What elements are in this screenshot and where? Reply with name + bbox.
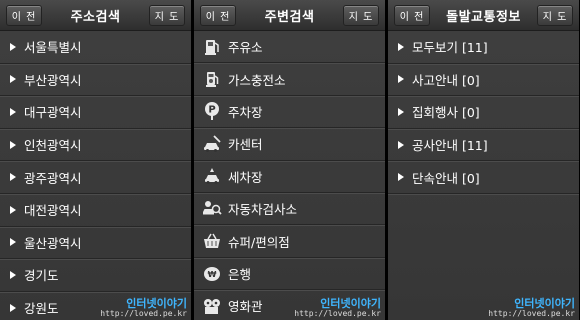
item-label: 카센터 [228, 137, 263, 153]
watermark-brand: 인터넷이야기 [514, 297, 575, 310]
car-wash-icon [202, 166, 222, 186]
item-label: 주유소 [228, 40, 263, 56]
list-item[interactable]: 광주광역시 [0, 161, 191, 194]
list-item[interactable]: 자동차검사소 [194, 193, 385, 226]
screens: 이 전 주소검색 지 도 서울특별시 부산광역시 대구광역시 인천광역시 광주광… [0, 0, 580, 320]
watermark: 인터넷이야기 http://loved.pe.kr [488, 298, 575, 318]
item-label: 단속안내 [0] [412, 170, 480, 186]
arrow-right-icon [10, 238, 16, 247]
arrow-right-icon [10, 140, 16, 149]
car-inspection-icon [202, 199, 222, 219]
item-label: 모두보기 [11] [412, 40, 488, 56]
item-label: 경기도 [24, 268, 59, 284]
list-item[interactable]: 사고안내 [0] [388, 64, 579, 97]
traffic-info-screen: 이 전 돌발교통정보 지 도 모두보기 [11] 사고안내 [0] 집회행사 [… [388, 0, 579, 320]
list-item[interactable]: ₩ 은행 [194, 258, 385, 291]
category-list: 주유소 가스충전소 P 주차장 카센터 세차장 자동차검사소 슈퍼/편의점 ₩ … [194, 31, 385, 320]
shopping-basket-icon [202, 231, 222, 251]
svg-text:₩: ₩ [208, 270, 217, 279]
arrow-right-icon [10, 42, 16, 51]
arrow-right-icon [398, 42, 404, 51]
gas-station-icon [202, 69, 222, 89]
item-label: 인천광역시 [24, 138, 82, 154]
item-label: 슈퍼/편의점 [228, 234, 290, 250]
header: 이 전 주소검색 지 도 [0, 0, 191, 31]
screen-title: 주소검색 [70, 9, 121, 25]
item-label: 세차장 [228, 169, 263, 185]
watermark-url: http://loved.pe.kr [294, 309, 381, 318]
bank-icon: ₩ [202, 263, 222, 283]
address-search-screen: 이 전 주소검색 지 도 서울특별시 부산광역시 대구광역시 인천광역시 광주광… [0, 0, 191, 320]
map-button[interactable]: 지 도 [149, 5, 185, 26]
item-label: 사고안내 [0] [412, 72, 480, 88]
item-label: 대전광역시 [24, 203, 82, 219]
item-label: 영화관 [228, 299, 263, 315]
arrow-right-icon [10, 75, 16, 84]
arrow-right-icon [10, 205, 16, 214]
list-item[interactable]: 인천광역시 [0, 129, 191, 162]
watermark: 인터넷이야기 http://loved.pe.kr [100, 298, 187, 318]
item-label: 공사안내 [11] [412, 138, 488, 154]
screen-title: 돌발교통정보 [446, 9, 521, 25]
map-button[interactable]: 지 도 [537, 5, 573, 26]
car-repair-icon [202, 134, 222, 154]
list-item[interactable]: 대구광역시 [0, 96, 191, 129]
arrow-right-icon [10, 107, 16, 116]
gas-pump-icon [202, 37, 222, 57]
list-item[interactable]: 주유소 [194, 31, 385, 64]
incident-list: 모두보기 [11] 사고안내 [0] 집회행사 [0] 공사안내 [11] 단속… [388, 31, 579, 194]
list-item[interactable]: 서울특별시 [0, 31, 191, 64]
arrow-right-icon [10, 173, 16, 182]
parking-icon: P [202, 101, 222, 121]
item-label: 주차장 [228, 104, 263, 120]
nearby-search-screen: 이 전 주변검색 지 도 주유소 가스충전소 P 주차장 카센터 세차장 자동차… [194, 0, 385, 320]
arrow-right-icon [10, 270, 16, 279]
watermark-brand: 인터넷이야기 [320, 297, 381, 310]
watermark-brand: 인터넷이야기 [126, 297, 187, 310]
back-button[interactable]: 이 전 [6, 5, 42, 26]
item-label: 가스충전소 [228, 72, 286, 88]
list-item[interactable]: 세차장 [194, 161, 385, 193]
back-button[interactable]: 이 전 [200, 5, 236, 26]
list-item[interactable]: 부산광역시 [0, 64, 191, 97]
list-item[interactable]: 경기도 [0, 259, 191, 292]
list-item[interactable]: 카센터 [194, 128, 385, 161]
watermark-url: http://loved.pe.kr [100, 309, 187, 318]
screen-title: 주변검색 [264, 9, 315, 25]
item-label: 자동차검사소 [228, 202, 298, 218]
watermark: 인터넷이야기 http://loved.pe.kr [294, 298, 381, 318]
list-item[interactable]: 공사안내 [11] [388, 129, 579, 162]
svg-text:P: P [208, 105, 215, 116]
item-label: 대구광역시 [24, 105, 82, 121]
item-label: 부산광역시 [24, 72, 82, 88]
item-label: 집회행사 [0] [412, 105, 480, 121]
list-item[interactable]: 울산광역시 [0, 227, 191, 260]
arrow-right-icon [398, 140, 404, 149]
film-reel-icon [202, 296, 222, 316]
watermark-url: http://loved.pe.kr [488, 309, 575, 318]
region-list: 서울특별시 부산광역시 대구광역시 인천광역시 광주광역시 대전광역시 울산광역… [0, 31, 191, 320]
back-button[interactable]: 이 전 [394, 5, 430, 26]
list-item[interactable]: P 주차장 [194, 96, 385, 129]
list-item[interactable]: 가스충전소 [194, 63, 385, 96]
list-item[interactable]: 집회행사 [0] [388, 96, 579, 129]
map-button[interactable]: 지 도 [343, 5, 379, 26]
arrow-right-icon [398, 107, 404, 116]
item-label: 광주광역시 [24, 170, 82, 186]
list-item[interactable]: 단속안내 [0] [388, 161, 579, 194]
header: 이 전 주변검색 지 도 [194, 0, 385, 31]
item-label: 은행 [228, 266, 252, 282]
item-label: 강원도 [24, 301, 59, 317]
arrow-right-icon [10, 303, 16, 312]
item-label: 울산광역시 [24, 235, 82, 251]
list-item[interactable]: 모두보기 [11] [388, 31, 579, 64]
header: 이 전 돌발교통정보 지 도 [388, 0, 579, 31]
list-item[interactable]: 대전광역시 [0, 194, 191, 227]
arrow-right-icon [398, 75, 404, 84]
list-item[interactable]: 슈퍼/편의점 [194, 225, 385, 258]
item-label: 서울특별시 [24, 40, 82, 56]
arrow-right-icon [398, 173, 404, 182]
